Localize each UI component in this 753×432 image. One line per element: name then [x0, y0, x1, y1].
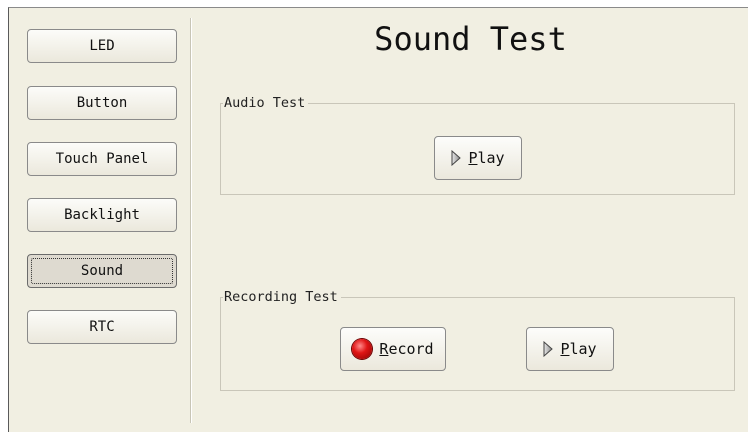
record-label: Record — [379, 340, 434, 358]
nav-touch-panel-button[interactable]: Touch Panel — [27, 142, 177, 176]
nav-button-label: Button — [76, 95, 128, 111]
audio-play-button[interactable]: Play — [434, 136, 522, 180]
nav-rtc-button[interactable]: RTC — [27, 310, 177, 344]
nav-sound-button[interactable]: Sound — [27, 254, 177, 288]
nav-led-button[interactable]: LED — [27, 29, 177, 63]
nav-button-button[interactable]: Button — [27, 86, 177, 120]
audio-test-group: Audio Test Play — [220, 94, 735, 195]
recording-test-group: Recording Test Record Play — [220, 288, 735, 391]
nav-sound-label: Sound — [80, 263, 124, 279]
audio-play-label: Play — [468, 149, 505, 167]
recording-test-group-label: Recording Test — [223, 288, 341, 306]
record-button[interactable]: Record — [340, 327, 446, 371]
vertical-separator — [190, 18, 192, 423]
audio-test-group-label: Audio Test — [223, 94, 309, 112]
nav-led-label: LED — [89, 38, 115, 54]
record-icon — [352, 339, 373, 359]
play-icon — [451, 150, 462, 166]
sound-test-window: LED Button Touch Panel Backlight Sound R… — [8, 7, 748, 432]
nav-backlight-button[interactable]: Backlight — [27, 198, 177, 232]
nav-backlight-label: Backlight — [64, 207, 140, 223]
recording-play-label: Play — [560, 340, 597, 358]
play-icon — [543, 341, 554, 357]
nav-rtc-label: RTC — [89, 319, 115, 335]
nav-touch-panel-label: Touch Panel — [55, 151, 149, 167]
recording-play-button[interactable]: Play — [526, 327, 614, 371]
page-title: Sound Test — [374, 20, 567, 58]
